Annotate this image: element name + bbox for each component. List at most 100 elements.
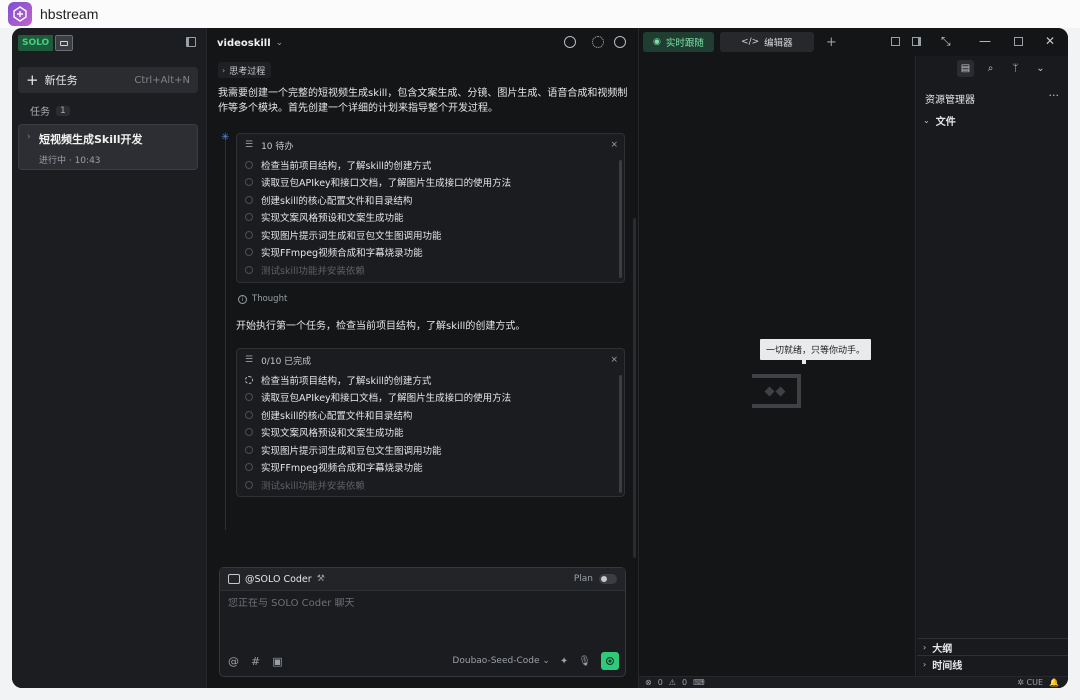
circle-icon xyxy=(245,160,253,169)
task-status: 进行中 · 10:43 xyxy=(39,156,101,166)
account-icon[interactable] xyxy=(614,36,626,48)
error-count: 0 xyxy=(657,678,663,687)
todo-item[interactable]: 实现FFmpeg视频合成和字幕烧录功能 xyxy=(237,244,624,262)
tab-editor[interactable]: </> 编辑器 xyxy=(719,32,814,52)
cue-status[interactable]: ✲ CUE xyxy=(1017,678,1043,687)
todo-scrollbar[interactable] xyxy=(619,375,622,493)
chat-composer: @SOLO Coder ⚒ Plan @ # ▣ Doubao-Seed-Cod… xyxy=(219,567,626,677)
todo-item[interactable]: 实现图片提示词生成和豆包文生图调用功能 xyxy=(237,226,624,244)
chevron-right-icon: › xyxy=(27,132,31,142)
git-branch-icon[interactable]: ᛘ xyxy=(1007,60,1024,77)
add-tab-icon[interactable]: + xyxy=(826,35,837,50)
maximize-icon[interactable] xyxy=(1014,37,1023,46)
thinking-toggle[interactable]: › 思考过程 xyxy=(218,62,272,78)
circle-icon xyxy=(245,213,253,222)
error-icon[interactable]: ⊗ xyxy=(645,678,652,687)
todo-count: 10 待办 xyxy=(261,141,294,152)
solo-badge[interactable]: SOLO xyxy=(18,34,74,52)
sidebar-toggle-icon[interactable] xyxy=(186,37,196,47)
tab-follow[interactable]: ◉ 实时跟随 xyxy=(643,32,714,52)
task-section-header: 任务 1 xyxy=(30,103,70,118)
bell-icon[interactable]: 🔔 xyxy=(1049,678,1059,687)
thought-marker[interactable]: i Thought xyxy=(238,294,287,304)
model-select[interactable]: Doubao-Seed-Code ⌄ xyxy=(452,656,549,666)
todo-item[interactable]: 实现FFmpeg视频合成和字幕烧录功能 xyxy=(237,459,624,477)
outline-section-label: 大纲 xyxy=(932,644,953,655)
new-task-label: 新任务 xyxy=(44,74,78,87)
workspace-tabs: ◉ 实时跟随 </> 编辑器 + xyxy=(639,28,1068,56)
todo-item[interactable]: 实现图片提示词生成和豆包文生图调用功能 xyxy=(237,441,624,459)
files-icon[interactable]: ▤ xyxy=(957,59,974,77)
todo-item[interactable]: 读取豆包APIkey和接口文档，了解图片生成接口的使用方法 xyxy=(237,389,624,407)
collapse-icon[interactable]: ⨯ xyxy=(610,355,618,365)
loading-circle-icon xyxy=(245,375,253,384)
mention-icon[interactable]: @ xyxy=(228,655,239,668)
chat-title[interactable]: videoskill xyxy=(217,38,271,49)
collapse-icon[interactable]: ⨯ xyxy=(610,140,618,150)
image-icon[interactable]: ▣ xyxy=(272,655,282,668)
files-section[interactable]: ⌄ 文件 xyxy=(923,113,956,128)
hash-icon[interactable]: # xyxy=(251,655,260,668)
task-title: 短视频生成Skill开发 xyxy=(39,133,143,146)
todo-item[interactable]: 测试skill功能并安装依赖 xyxy=(237,261,624,279)
plan-toggle[interactable] xyxy=(599,574,617,584)
task-card[interactable]: › 短视频生成Skill开发 进行中 · 10:43 xyxy=(18,124,198,170)
app-logo-icon xyxy=(8,2,32,26)
todo-item[interactable]: 检查当前项目结构，了解skill的创建方式 xyxy=(237,371,624,389)
keyboard-icon[interactable]: ⌨ xyxy=(693,678,705,687)
timeline-section[interactable]: › 时间线 xyxy=(923,657,962,672)
solo-mode-icon xyxy=(55,35,74,51)
cue-icon: ✲ xyxy=(1017,678,1024,687)
collapse-arrows-icon[interactable]: ⤡ xyxy=(941,34,951,49)
search-icon[interactable]: ⌕ xyxy=(982,60,999,77)
plan-label: Plan xyxy=(573,574,593,584)
outline-section[interactable]: › 大纲 xyxy=(923,640,952,655)
warning-icon[interactable]: ⚠ xyxy=(669,678,676,687)
todo-item[interactable]: 测试skill功能并安装依赖 xyxy=(237,476,624,494)
todo-item-label: 检查当前项目结构，了解skill的创建方式 xyxy=(261,375,432,387)
circle-icon xyxy=(245,195,253,204)
explorer-iconbar: ▤ ⌕ ᛘ ⌄ xyxy=(917,56,1068,80)
minimize-icon[interactable]: — xyxy=(979,34,991,48)
sidebar: SOLO + 新任务 Ctrl+Alt+N 任务 1 › 短视频生成Skill开… xyxy=(12,28,207,688)
todo-item[interactable]: 创建skill的核心配置文件和目录结构 xyxy=(237,191,624,209)
new-task-button[interactable]: + 新任务 Ctrl+Alt+N xyxy=(18,67,198,93)
todo-item-label: 创建skill的核心配置文件和目录结构 xyxy=(261,195,413,207)
chevron-down-icon[interactable]: ⌄ xyxy=(1032,60,1049,77)
todo-item[interactable]: 读取豆包APIkey和接口文档，了解图片生成接口的使用方法 xyxy=(237,174,624,192)
panel-right-icon[interactable] xyxy=(912,37,921,46)
robot-eye xyxy=(775,386,785,396)
robot-eye xyxy=(764,386,774,396)
mic-icon[interactable]: 🎙 xyxy=(578,656,591,667)
circle-icon xyxy=(245,445,253,454)
todo-item-label: 读取豆包APIkey和接口文档，了解图片生成接口的使用方法 xyxy=(261,178,512,190)
circle-icon xyxy=(245,178,253,187)
close-icon[interactable]: ✕ xyxy=(1045,34,1055,48)
new-chat-icon[interactable] xyxy=(564,36,576,48)
divider xyxy=(917,655,1068,656)
timeline-line xyxy=(225,138,226,530)
circle-icon xyxy=(245,480,253,489)
chat-scrollbar[interactable] xyxy=(633,218,636,558)
todo-item[interactable]: 实现文案风格预设和文案生成功能 xyxy=(237,209,624,227)
chevron-down-icon[interactable]: ⌄ xyxy=(276,38,284,48)
list-icon: ☰ xyxy=(245,355,254,365)
circle-icon xyxy=(245,428,253,437)
sparkle-icon[interactable]: ✦ xyxy=(560,656,568,667)
todo-item-label: 创建skill的核心配置文件和目录结构 xyxy=(261,410,413,422)
todo-item[interactable]: 检查当前项目结构，了解skill的创建方式 xyxy=(237,156,624,174)
cue-label: CUE xyxy=(1026,678,1044,687)
panel-bottom-icon[interactable] xyxy=(891,37,900,46)
files-section-label: 文件 xyxy=(935,117,956,128)
todo-scrollbar[interactable] xyxy=(619,160,622,278)
todo-item[interactable]: 实现文案风格预设和文案生成功能 xyxy=(237,424,624,442)
chat-input[interactable] xyxy=(228,598,618,609)
todo-item-label: 检查当前项目结构，了解skill的创建方式 xyxy=(261,160,432,172)
gear-icon[interactable] xyxy=(592,36,604,48)
circle-icon xyxy=(245,410,253,419)
more-icon[interactable]: ··· xyxy=(1049,89,1060,102)
send-button[interactable] xyxy=(601,652,619,670)
agent-label[interactable]: @SOLO Coder xyxy=(245,574,312,585)
tools-icon[interactable]: ⚒ xyxy=(317,574,325,584)
todo-item[interactable]: 创建skill的核心配置文件和目录结构 xyxy=(237,406,624,424)
